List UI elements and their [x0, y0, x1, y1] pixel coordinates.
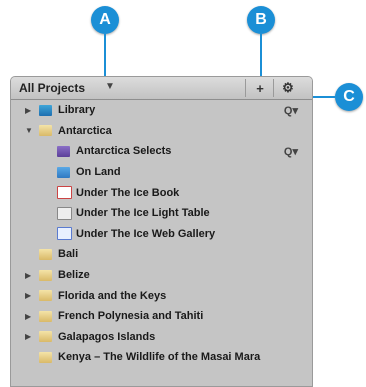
disclosure-closed-icon[interactable]: ▶	[25, 271, 31, 280]
folder-icon	[39, 125, 52, 137]
project-icon	[39, 248, 52, 260]
web-gallery-icon	[57, 227, 72, 241]
disclosure-closed-icon[interactable]: ▶	[25, 332, 31, 341]
header-divider	[273, 79, 274, 97]
search-filter-icon[interactable]: Q▾	[284, 145, 298, 158]
list-item[interactable]: On Land	[11, 162, 312, 183]
list-item[interactable]: ▼ Antarctica	[11, 121, 312, 142]
list-item-label: On Land	[76, 166, 121, 179]
list-item[interactable]: Antarctica Selects Q▾	[11, 141, 312, 162]
project-list: ▶ Library Q▾ ▼ Antarctica Antarctica Selects Q…	[11, 100, 312, 368]
add-button[interactable]: +	[249, 80, 271, 96]
list-item-label: Bali	[58, 248, 79, 261]
chevron-down-icon: ▼	[105, 81, 115, 92]
book-icon	[57, 186, 72, 200]
list-item[interactable]: ▶ Florida and the Keys	[11, 285, 312, 306]
album-icon	[57, 166, 70, 178]
project-icon	[39, 290, 52, 302]
disclosure-closed-icon[interactable]: ▶	[25, 106, 31, 115]
disclosure-closed-icon[interactable]: ▶	[25, 291, 31, 300]
list-item[interactable]: Under The Ice Book	[11, 182, 312, 203]
list-item-label: Antarctica	[58, 124, 112, 137]
list-item[interactable]: ▶ Belize	[11, 265, 312, 286]
project-icon	[39, 310, 52, 322]
panel-header: All Projects ▼ + ⚙	[11, 77, 312, 100]
list-item-label: Galapagos Islands	[58, 330, 156, 343]
list-item[interactable]: Kenya – The Wildlife of the Masai Mara	[11, 347, 312, 368]
projects-panel: All Projects ▼ + ⚙ ▶ Library Q▾ ▼ Antarctica…	[10, 76, 313, 387]
list-item-label: Belize	[58, 269, 90, 282]
list-item[interactable]: ▶ Library Q▾	[11, 100, 312, 121]
list-item-label: French Polynesia and Tahiti	[58, 310, 204, 323]
list-item-label: Library	[58, 104, 96, 117]
callout-b: B	[247, 6, 275, 34]
light-table-icon	[57, 206, 72, 220]
list-item-label: Under The Ice Book	[76, 186, 180, 199]
list-item[interactable]: Bali	[11, 244, 312, 265]
disclosure-closed-icon[interactable]: ▶	[25, 312, 31, 321]
smart-album-icon	[57, 145, 70, 157]
list-item-label: Under The Ice Web Gallery	[76, 227, 216, 240]
all-projects-popup[interactable]: All Projects	[19, 81, 85, 95]
gear-icon: ⚙	[282, 80, 294, 95]
library-icon	[39, 104, 52, 116]
project-icon	[39, 331, 52, 343]
list-item-label: Kenya – The Wildlife of the Masai Mara	[58, 351, 261, 364]
list-item-label: Under The Ice Light Table	[76, 207, 210, 220]
list-item[interactable]: Under The Ice Web Gallery	[11, 224, 312, 245]
callout-c: C	[335, 83, 363, 111]
callout-a: A	[91, 6, 119, 34]
search-filter-icon[interactable]: Q▾	[284, 104, 298, 117]
header-divider	[245, 79, 246, 97]
list-item[interactable]: ▶ Galapagos Islands	[11, 327, 312, 348]
disclosure-open-icon[interactable]: ▼	[25, 126, 33, 135]
list-item[interactable]: Under The Ice Light Table	[11, 203, 312, 224]
list-item-label: Antarctica Selects	[76, 145, 172, 158]
list-item[interactable]: ▶ French Polynesia and Tahiti	[11, 306, 312, 327]
list-item-label: Florida and the Keys	[58, 289, 167, 302]
action-menu-button[interactable]: ⚙	[277, 80, 299, 96]
project-icon	[39, 351, 52, 363]
project-icon	[39, 269, 52, 281]
